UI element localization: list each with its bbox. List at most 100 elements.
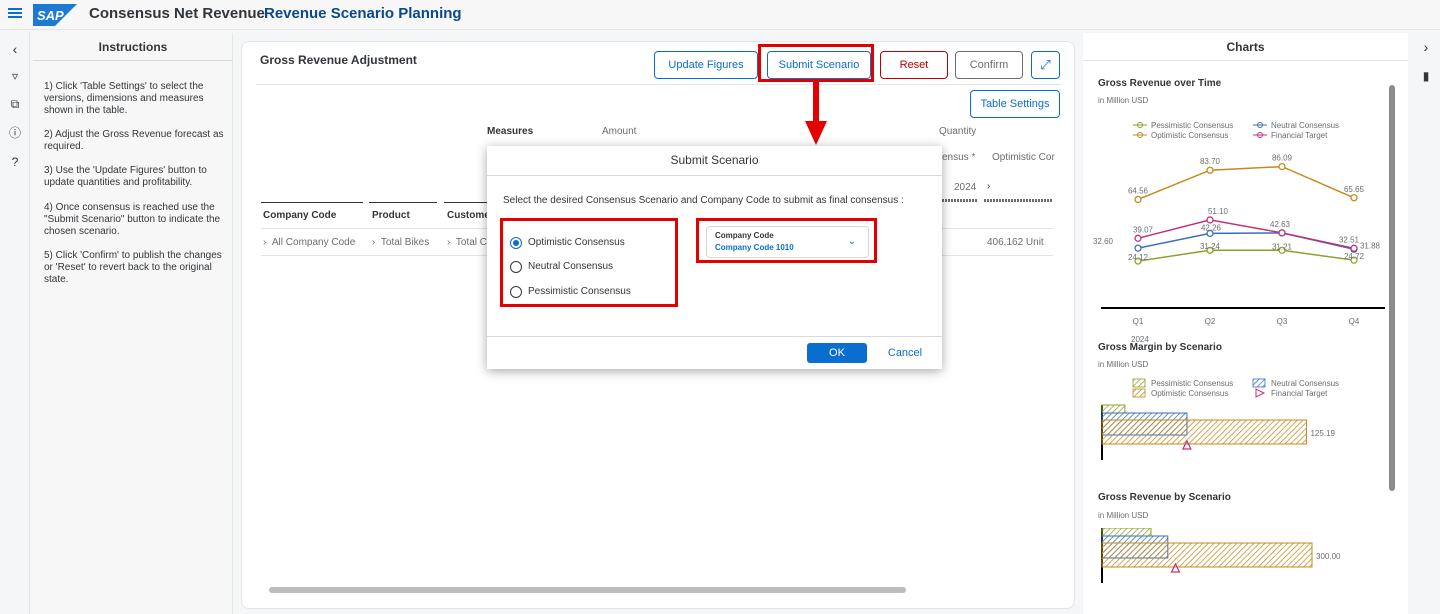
data-label: 32.51: [1339, 235, 1360, 244]
legend-swatch: [1132, 388, 1146, 398]
data-label: 24.72: [1344, 252, 1365, 261]
highlight-box: [758, 44, 874, 82]
tick-label: Q3: [1277, 317, 1288, 326]
legend-label: Financial Target: [1271, 389, 1328, 398]
data-label: 42.63: [1270, 220, 1291, 229]
data-label: 31.88: [1360, 241, 1381, 250]
gross-revenue-line-chart: Pessimistic Consensus Neutral Consensus Op…: [1093, 121, 1385, 344]
legend-label: Financial Target: [1271, 131, 1328, 140]
gross-margin-bar-chart: Pessimistic Consensus Neutral Consensus Op…: [1101, 378, 1339, 460]
legend-label: Neutral Consensus: [1271, 121, 1339, 130]
page-title: Revenue Scenario Planning: [264, 5, 462, 22]
instructions-title: Instructions: [98, 40, 168, 54]
series-line: [1137, 219, 1355, 250]
bar-chart-icon[interactable]: ▮: [1419, 69, 1433, 83]
info-icon[interactable]: ⓘ: [8, 126, 22, 140]
chart-title: Gross Revenue over Time: [1098, 78, 1222, 89]
data-label: 39.07: [1133, 225, 1154, 234]
shell-bar: SAP Consensus Net Revenue Revenue Scenar…: [0, 0, 1440, 30]
reset-button[interactable]: Reset: [880, 51, 948, 79]
amount-label: Amount: [602, 126, 637, 137]
chart-subtitle: in Million USD: [1098, 360, 1149, 369]
horizontal-scrollbar[interactable]: [269, 587, 906, 593]
data-point: [1206, 166, 1214, 174]
cancel-button[interactable]: Cancel: [880, 343, 930, 363]
bar: [1101, 419, 1307, 445]
column-header: ensus *: [942, 152, 976, 163]
data-point: [1206, 216, 1214, 224]
legend-label: Pessimistic Consensus: [1151, 379, 1233, 388]
legend-label: Pessimistic Consensus: [1151, 121, 1233, 130]
column-header-product: Product: [372, 210, 410, 221]
quantity-label: Quantity: [939, 126, 977, 137]
bar: [1101, 542, 1313, 568]
chart-subtitle: in Million USD: [1098, 96, 1149, 105]
sap-logo: SAP: [33, 4, 77, 26]
data-label: 31.24: [1200, 242, 1221, 251]
comments-icon[interactable]: ⧉: [8, 97, 22, 111]
confirm-button[interactable]: Confirm: [955, 51, 1023, 79]
table-row-cell[interactable]: › All Company Code: [263, 237, 355, 248]
legend-swatch: [1132, 378, 1146, 388]
tick-label: Q1: [1133, 317, 1144, 326]
tick-label: Q2: [1205, 317, 1216, 326]
data-label: 65.65: [1344, 185, 1365, 194]
instructions-panel: Instructions 1) Click 'Table Settings' t…: [33, 33, 233, 614]
row-customer: Total C: [455, 237, 488, 248]
help-icon[interactable]: ?: [8, 155, 22, 169]
header-line: [942, 199, 978, 202]
table-settings-button[interactable]: Table Settings: [970, 90, 1060, 118]
row-product: Total Bikes: [380, 237, 430, 248]
vertical-scrollbar[interactable]: [1389, 85, 1395, 491]
right-rail: › ▮: [1410, 33, 1440, 614]
data-point: [1350, 194, 1358, 202]
ok-button[interactable]: OK: [807, 343, 867, 363]
chevron-right-icon[interactable]: ›: [1419, 40, 1433, 54]
legend-label: Optimistic Consensus: [1151, 389, 1228, 398]
data-point: [1134, 234, 1142, 242]
bar: [1101, 528, 1152, 537]
legend-label: Neutral Consensus: [1271, 379, 1339, 388]
charts-panel: Charts Gross Revenue over Time in Millio…: [1083, 33, 1408, 614]
instruction-step: 3) Use the 'Update Figures' button to up…: [44, 165, 207, 188]
series-line: [1137, 249, 1355, 262]
bar: [1101, 404, 1126, 414]
series-line: [1137, 165, 1355, 201]
chevron-right-icon[interactable]: ›: [987, 181, 990, 192]
tick-label: Q4: [1349, 317, 1360, 326]
chevron-left-icon[interactable]: ‹: [8, 42, 22, 56]
data-point: [1134, 244, 1142, 252]
dialog-title: Submit Scenario: [670, 153, 759, 167]
data-label: 300.00: [1316, 552, 1341, 561]
table-row-cell[interactable]: › Total Bikes: [372, 237, 429, 248]
data-point: [1278, 162, 1286, 171]
divider: [1083, 60, 1408, 61]
table-row-cell[interactable]: › Total C: [447, 237, 487, 248]
dialog-message: Select the desired Consensus Scenario an…: [503, 195, 904, 206]
column-header-customer: Custome: [447, 210, 490, 221]
highlight-box: [500, 218, 678, 307]
instruction-step: 2) Adjust the Gross Revenue forecast as …: [44, 129, 224, 152]
charts-title: Charts: [1226, 40, 1265, 54]
data-point: [1134, 195, 1142, 204]
divider: [487, 336, 942, 337]
filter-icon[interactable]: ▿: [8, 69, 22, 83]
data-label: 83.70: [1200, 157, 1221, 166]
legend-label: Optimistic Consensus: [1151, 131, 1228, 140]
data-label: 64.56: [1128, 186, 1149, 195]
update-figures-button[interactable]: Update Figures: [654, 51, 758, 79]
instruction-step: 4) Once consensus is reached use the "Su…: [44, 202, 221, 237]
side-rail: ‹ ▿ ⧉ ⓘ ?: [0, 31, 30, 614]
header-line: [444, 202, 488, 203]
data-label: 125.19: [1310, 429, 1335, 438]
header-line: [261, 202, 363, 203]
divider: [33, 60, 233, 61]
data-label: 86.09: [1272, 154, 1293, 163]
column-header-company: Company Code: [263, 210, 337, 221]
menu-icon[interactable]: [8, 6, 22, 20]
chart-subtitle: in Million USD: [1098, 511, 1149, 520]
year-label: 2024: [954, 182, 977, 193]
fullscreen-icon[interactable]: ⤢: [1031, 51, 1060, 79]
gross-revenue-bar-chart: 300.00: [1101, 528, 1341, 583]
chart-title: Gross Margin by Scenario: [1098, 342, 1222, 353]
